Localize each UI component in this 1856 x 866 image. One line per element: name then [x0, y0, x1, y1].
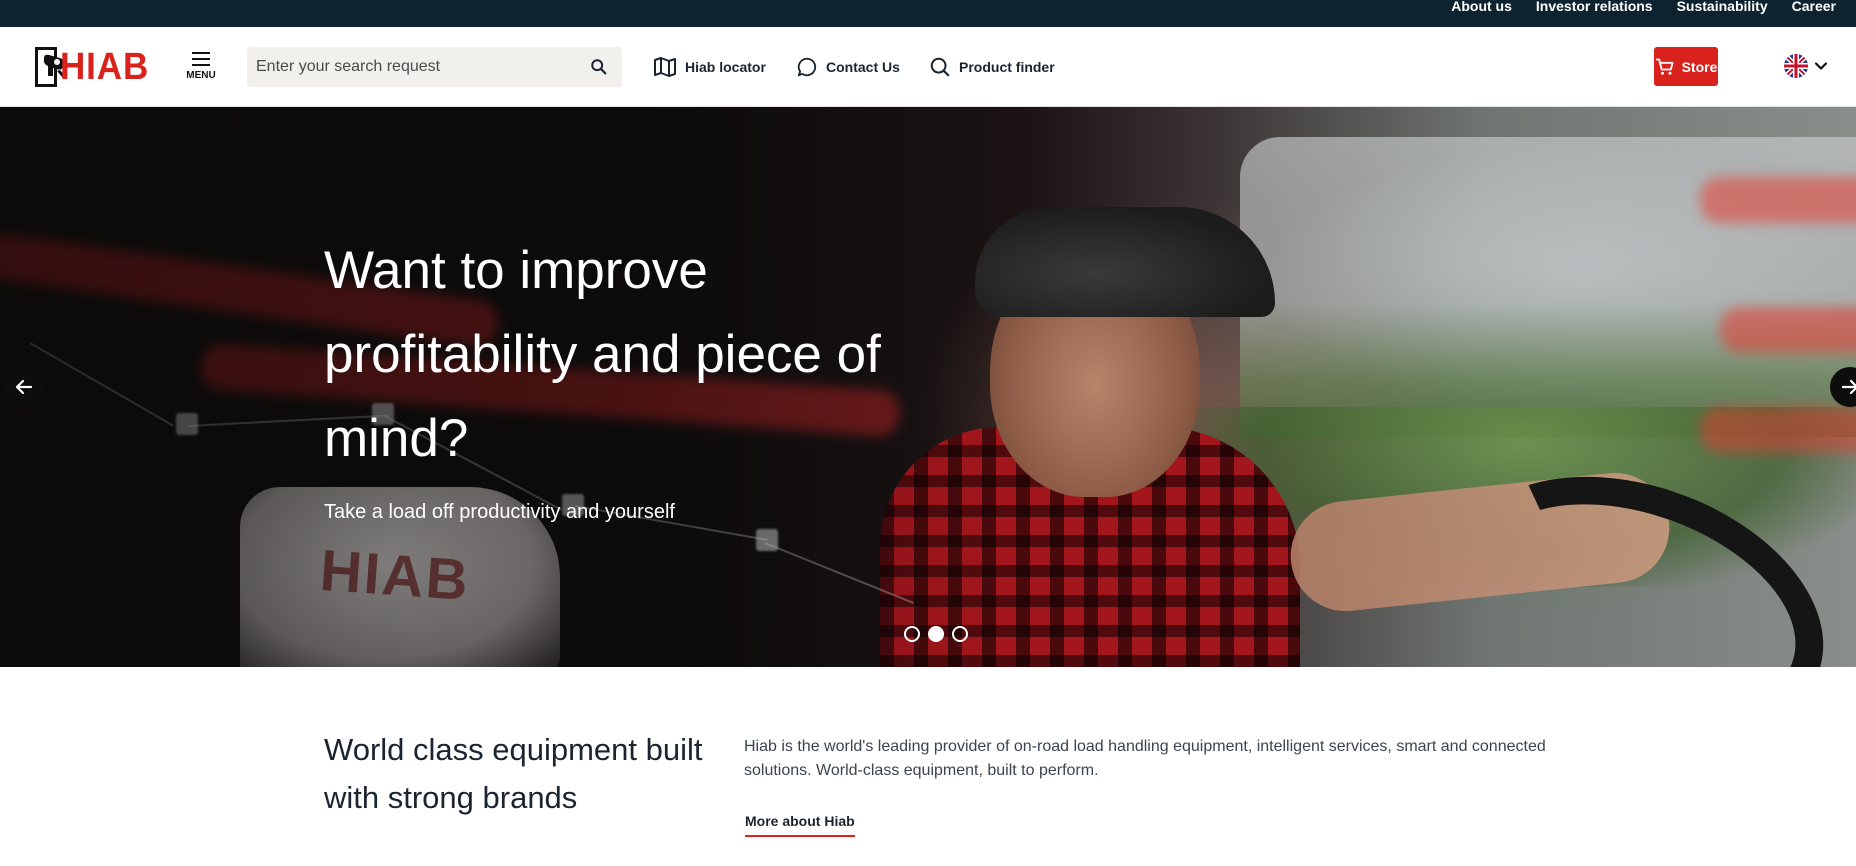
hero-content: Want to improve profitability and piece … [324, 229, 964, 524]
carousel-dot-2[interactable] [928, 626, 944, 642]
hamburger-icon [192, 52, 210, 66]
search-icon[interactable] [590, 58, 608, 76]
store-label: Store [1681, 58, 1718, 75]
cart-icon [1655, 58, 1674, 75]
search-input[interactable] [247, 47, 567, 87]
carousel-dot-1[interactable] [904, 626, 920, 642]
nav-hiab-locator-label: Hiab locator [685, 59, 766, 75]
chevron-down-icon [1814, 62, 1828, 70]
hero-subtitle: Take a load off productivity and yoursel… [324, 501, 675, 523]
more-about-hiab-link[interactable]: More about Hiab [745, 813, 855, 837]
hero-bg-streak [1700, 407, 1856, 453]
carousel-pagination [904, 626, 976, 642]
magnifier-icon [930, 57, 950, 77]
site-header: HIAB MENU Hiab locator Contact Us Produc… [0, 27, 1856, 107]
utility-bar: About us Investor relations Sustainabili… [0, 0, 1856, 27]
menu-button[interactable]: MENU [186, 49, 216, 85]
hero-bg-driver-cap [975, 207, 1275, 317]
arrow-right-icon [1841, 379, 1856, 395]
hero-bg-streak [1700, 177, 1856, 223]
carousel-dot-3[interactable] [952, 626, 968, 642]
arrow-left-icon [15, 379, 33, 395]
language-selector[interactable] [1784, 54, 1828, 78]
uk-flag-icon [1784, 54, 1808, 78]
topbar-link-sustainability[interactable]: Sustainability [1677, 0, 1768, 13]
menu-label: MENU [186, 70, 216, 81]
hiab-logo[interactable]: HIAB [35, 47, 157, 87]
topbar-link-about-us[interactable]: About us [1451, 0, 1512, 13]
topbar-link-career[interactable]: Career [1792, 0, 1836, 13]
logo-wordmark: HIAB [60, 46, 150, 88]
nav-contact-us-label: Contact Us [826, 59, 900, 75]
hero-bg-streak [1720, 307, 1856, 353]
intro-title: World class equipment built with strong … [324, 732, 703, 815]
nav-product-finder-label: Product finder [959, 59, 1055, 75]
hero-title: Want to improve profitability and piece … [324, 241, 881, 468]
nav-hiab-locator[interactable]: Hiab locator [653, 55, 766, 79]
nav-product-finder[interactable]: Product finder [929, 55, 1055, 79]
store-button[interactable]: Store [1654, 47, 1718, 86]
carousel-prev-button[interactable] [4, 367, 44, 407]
nav-contact-us[interactable]: Contact Us [796, 55, 900, 79]
search-box [247, 47, 622, 87]
intro-text: Hiab is the world's leading provider of … [744, 738, 1546, 779]
map-icon [654, 57, 676, 77]
topbar-link-investor-relations[interactable]: Investor relations [1536, 0, 1653, 13]
chat-bubble-icon [797, 57, 817, 77]
hiab-logo-mark-icon [35, 47, 67, 87]
hero-carousel: HIAB Want to improve profitability and p… [0, 107, 1856, 667]
